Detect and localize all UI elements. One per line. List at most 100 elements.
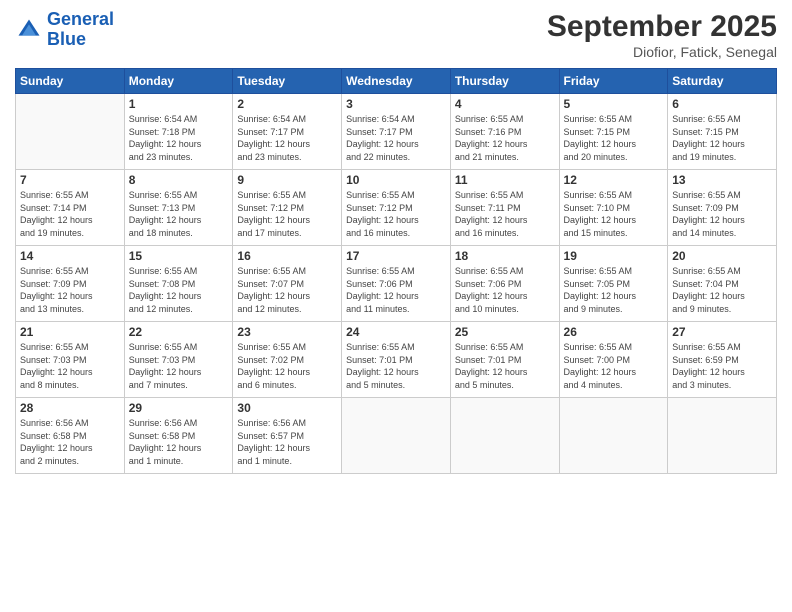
week-row-3: 21 Sunrise: 6:55 AM Sunset: 7:03 PM Dayl… (16, 322, 777, 398)
day-number: 28 (20, 401, 120, 415)
day-number: 6 (672, 97, 772, 111)
cell-0-4: 4 Sunrise: 6:55 AM Sunset: 7:16 PM Dayli… (450, 94, 559, 170)
week-row-0: 1 Sunrise: 6:54 AM Sunset: 7:18 PM Dayli… (16, 94, 777, 170)
cell-2-3: 17 Sunrise: 6:55 AM Sunset: 7:06 PM Dayl… (342, 246, 451, 322)
logo-line2: Blue (47, 30, 114, 50)
day-number: 5 (564, 97, 664, 111)
logo-line1: General (47, 9, 114, 29)
day-number: 1 (129, 97, 229, 111)
day-number: 29 (129, 401, 229, 415)
cell-1-0: 7 Sunrise: 6:55 AM Sunset: 7:14 PM Dayli… (16, 170, 125, 246)
cell-2-6: 20 Sunrise: 6:55 AM Sunset: 7:04 PM Dayl… (668, 246, 777, 322)
cell-3-1: 22 Sunrise: 6:55 AM Sunset: 7:03 PM Dayl… (124, 322, 233, 398)
cell-4-1: 29 Sunrise: 6:56 AM Sunset: 6:58 PM Dayl… (124, 398, 233, 474)
cell-3-5: 26 Sunrise: 6:55 AM Sunset: 7:00 PM Dayl… (559, 322, 668, 398)
day-number: 10 (346, 173, 446, 187)
cell-info: Sunrise: 6:55 AM Sunset: 7:07 PM Dayligh… (237, 265, 337, 315)
day-number: 30 (237, 401, 337, 415)
cell-info: Sunrise: 6:55 AM Sunset: 7:06 PM Dayligh… (346, 265, 446, 315)
day-number: 22 (129, 325, 229, 339)
cell-3-3: 24 Sunrise: 6:55 AM Sunset: 7:01 PM Dayl… (342, 322, 451, 398)
cell-info: Sunrise: 6:55 AM Sunset: 7:00 PM Dayligh… (564, 341, 664, 391)
header-day-monday: Monday (124, 69, 233, 94)
header-day-sunday: Sunday (16, 69, 125, 94)
title-block: September 2025 Diofior, Fatick, Senegal (547, 10, 777, 60)
cell-info: Sunrise: 6:55 AM Sunset: 7:01 PM Dayligh… (346, 341, 446, 391)
header-day-saturday: Saturday (668, 69, 777, 94)
page: General Blue September 2025 Diofior, Fat… (0, 0, 792, 612)
cell-info: Sunrise: 6:55 AM Sunset: 7:15 PM Dayligh… (672, 113, 772, 163)
cell-4-6 (668, 398, 777, 474)
logo-text: General Blue (47, 10, 114, 50)
cell-0-3: 3 Sunrise: 6:54 AM Sunset: 7:17 PM Dayli… (342, 94, 451, 170)
cell-info: Sunrise: 6:56 AM Sunset: 6:58 PM Dayligh… (129, 417, 229, 467)
day-number: 25 (455, 325, 555, 339)
subtitle: Diofior, Fatick, Senegal (547, 44, 777, 60)
day-number: 8 (129, 173, 229, 187)
week-row-1: 7 Sunrise: 6:55 AM Sunset: 7:14 PM Dayli… (16, 170, 777, 246)
day-number: 9 (237, 173, 337, 187)
day-number: 11 (455, 173, 555, 187)
cell-3-2: 23 Sunrise: 6:55 AM Sunset: 7:02 PM Dayl… (233, 322, 342, 398)
cell-3-6: 27 Sunrise: 6:55 AM Sunset: 6:59 PM Dayl… (668, 322, 777, 398)
cell-2-1: 15 Sunrise: 6:55 AM Sunset: 7:08 PM Dayl… (124, 246, 233, 322)
cell-info: Sunrise: 6:55 AM Sunset: 7:06 PM Dayligh… (455, 265, 555, 315)
day-number: 26 (564, 325, 664, 339)
cell-info: Sunrise: 6:55 AM Sunset: 7:09 PM Dayligh… (20, 265, 120, 315)
day-number: 2 (237, 97, 337, 111)
day-number: 16 (237, 249, 337, 263)
header-day-tuesday: Tuesday (233, 69, 342, 94)
cell-1-4: 11 Sunrise: 6:55 AM Sunset: 7:11 PM Dayl… (450, 170, 559, 246)
day-number: 19 (564, 249, 664, 263)
cell-info: Sunrise: 6:55 AM Sunset: 7:14 PM Dayligh… (20, 189, 120, 239)
cell-4-3 (342, 398, 451, 474)
cell-0-1: 1 Sunrise: 6:54 AM Sunset: 7:18 PM Dayli… (124, 94, 233, 170)
cell-3-0: 21 Sunrise: 6:55 AM Sunset: 7:03 PM Dayl… (16, 322, 125, 398)
day-number: 20 (672, 249, 772, 263)
day-number: 4 (455, 97, 555, 111)
main-title: September 2025 (547, 10, 777, 44)
day-number: 24 (346, 325, 446, 339)
cell-info: Sunrise: 6:55 AM Sunset: 7:01 PM Dayligh… (455, 341, 555, 391)
cell-info: Sunrise: 6:55 AM Sunset: 6:59 PM Dayligh… (672, 341, 772, 391)
cell-info: Sunrise: 6:54 AM Sunset: 7:18 PM Dayligh… (129, 113, 229, 163)
header-row: SundayMondayTuesdayWednesdayThursdayFrid… (16, 69, 777, 94)
cell-2-2: 16 Sunrise: 6:55 AM Sunset: 7:07 PM Dayl… (233, 246, 342, 322)
cell-info: Sunrise: 6:54 AM Sunset: 7:17 PM Dayligh… (346, 113, 446, 163)
calendar-table: SundayMondayTuesdayWednesdayThursdayFrid… (15, 68, 777, 474)
cell-4-5 (559, 398, 668, 474)
cell-0-2: 2 Sunrise: 6:54 AM Sunset: 7:17 PM Dayli… (233, 94, 342, 170)
cell-info: Sunrise: 6:55 AM Sunset: 7:09 PM Dayligh… (672, 189, 772, 239)
day-number: 12 (564, 173, 664, 187)
cell-info: Sunrise: 6:55 AM Sunset: 7:15 PM Dayligh… (564, 113, 664, 163)
day-number: 21 (20, 325, 120, 339)
cell-info: Sunrise: 6:55 AM Sunset: 7:02 PM Dayligh… (237, 341, 337, 391)
cell-4-4 (450, 398, 559, 474)
day-number: 7 (20, 173, 120, 187)
cell-info: Sunrise: 6:55 AM Sunset: 7:08 PM Dayligh… (129, 265, 229, 315)
cell-3-4: 25 Sunrise: 6:55 AM Sunset: 7:01 PM Dayl… (450, 322, 559, 398)
header-day-wednesday: Wednesday (342, 69, 451, 94)
cell-info: Sunrise: 6:55 AM Sunset: 7:13 PM Dayligh… (129, 189, 229, 239)
cell-0-0 (16, 94, 125, 170)
day-number: 23 (237, 325, 337, 339)
day-number: 13 (672, 173, 772, 187)
cell-1-5: 12 Sunrise: 6:55 AM Sunset: 7:10 PM Dayl… (559, 170, 668, 246)
cell-info: Sunrise: 6:55 AM Sunset: 7:11 PM Dayligh… (455, 189, 555, 239)
cell-4-0: 28 Sunrise: 6:56 AM Sunset: 6:58 PM Dayl… (16, 398, 125, 474)
cell-info: Sunrise: 6:55 AM Sunset: 7:04 PM Dayligh… (672, 265, 772, 315)
cell-info: Sunrise: 6:55 AM Sunset: 7:03 PM Dayligh… (129, 341, 229, 391)
cell-info: Sunrise: 6:55 AM Sunset: 7:12 PM Dayligh… (346, 189, 446, 239)
day-number: 17 (346, 249, 446, 263)
cell-info: Sunrise: 6:56 AM Sunset: 6:57 PM Dayligh… (237, 417, 337, 467)
header: General Blue September 2025 Diofior, Fat… (15, 10, 777, 60)
cell-2-5: 19 Sunrise: 6:55 AM Sunset: 7:05 PM Dayl… (559, 246, 668, 322)
day-number: 15 (129, 249, 229, 263)
cell-0-5: 5 Sunrise: 6:55 AM Sunset: 7:15 PM Dayli… (559, 94, 668, 170)
cell-info: Sunrise: 6:55 AM Sunset: 7:03 PM Dayligh… (20, 341, 120, 391)
week-row-2: 14 Sunrise: 6:55 AM Sunset: 7:09 PM Dayl… (16, 246, 777, 322)
cell-info: Sunrise: 6:54 AM Sunset: 7:17 PM Dayligh… (237, 113, 337, 163)
day-number: 18 (455, 249, 555, 263)
cell-info: Sunrise: 6:55 AM Sunset: 7:05 PM Dayligh… (564, 265, 664, 315)
logo-icon (15, 16, 43, 44)
